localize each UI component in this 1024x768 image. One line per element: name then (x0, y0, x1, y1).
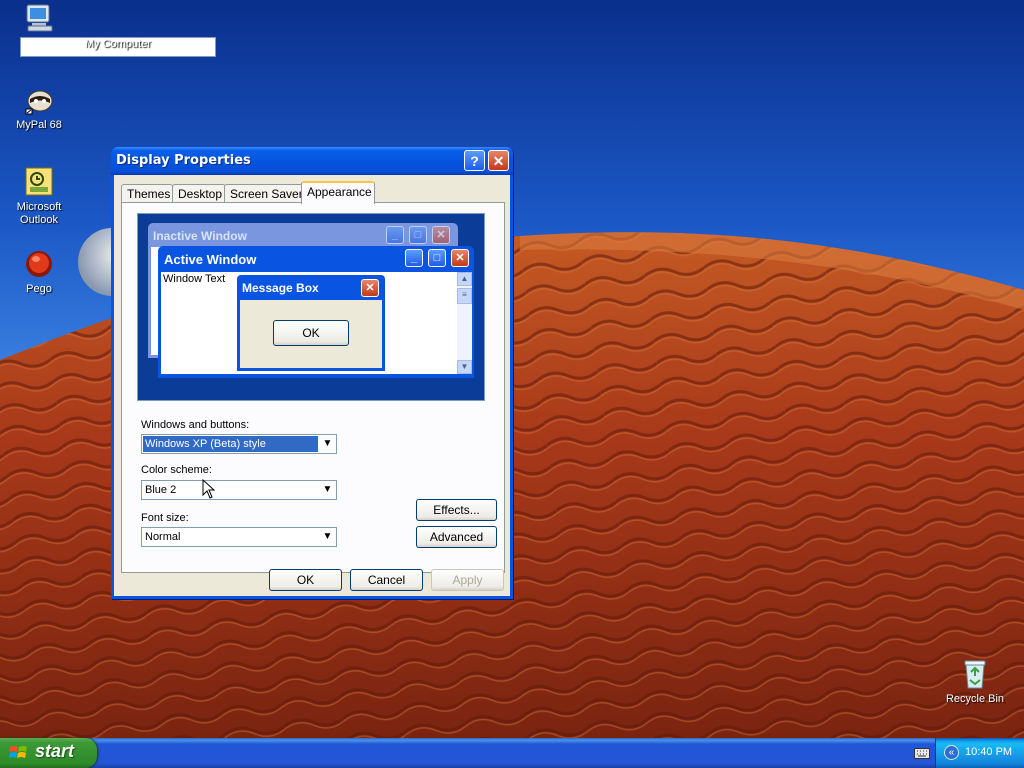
preview-active-title: Active Window (164, 252, 257, 267)
windows-logo-icon (9, 746, 27, 758)
chevron-down-icon[interactable]: ▼ (320, 482, 335, 498)
minimize-icon: _ (405, 249, 423, 267)
ok-button[interactable]: OK (269, 569, 342, 591)
close-icon: ✕ (432, 226, 450, 244)
font-size-select[interactable]: Normal ▼ (141, 527, 337, 547)
preview-scrollbar: ▲ ≡ ▼ (457, 272, 472, 374)
windows-buttons-value: Windows XP (Beta) style (143, 436, 318, 452)
maximize-icon: □ (428, 249, 446, 267)
my-computer-icon (23, 2, 55, 34)
font-size-value: Normal (145, 531, 181, 543)
maximize-icon: □ (409, 226, 427, 244)
minimize-icon: _ (386, 226, 404, 244)
system-tray: « 10:40 PM (935, 738, 1024, 768)
dialog-client-area: Themes Desktop Screen Saver Appearance I… (114, 175, 510, 596)
font-size-label: Font size: (141, 512, 189, 524)
effects-button[interactable]: Effects... (416, 499, 497, 521)
help-button[interactable]: ? (464, 150, 485, 171)
desktop-icon-label: Microsoft Outlook (16, 201, 62, 226)
start-label: start (35, 741, 75, 761)
scroll-down-icon: ▼ (457, 360, 472, 374)
scroll-up-icon: ▲ (457, 272, 472, 286)
tab-appearance[interactable]: Appearance (301, 181, 375, 204)
appearance-panel: Inactive Window _ □ ✕ Active Window _ □ … (121, 202, 505, 573)
keyboard-icon[interactable] (914, 748, 930, 759)
window-title: Display Properties (116, 153, 251, 168)
close-icon: ✕ (361, 279, 379, 297)
desktop-icon-label: Pego (26, 283, 52, 295)
display-properties-window: Display Properties ? ✕ Themes Desktop Sc… (111, 147, 513, 599)
help-icon: ? (470, 153, 479, 169)
color-scheme-select[interactable]: Blue 2 ▼ (141, 480, 337, 500)
preview-inactive-title: Inactive Window (153, 229, 247, 243)
close-icon: ✕ (451, 249, 469, 267)
appearance-preview: Inactive Window _ □ ✕ Active Window _ □ … (137, 213, 485, 401)
tab-screen-saver[interactable]: Screen Saver (224, 184, 303, 203)
desktop-icon-recycle-bin[interactable]: Recycle Bin (937, 658, 1013, 706)
color-scheme-value: Blue 2 (145, 484, 177, 496)
preview-message-box-body: OK (240, 300, 382, 368)
pego-icon (23, 248, 55, 280)
desktop-icon-mypal[interactable]: MyPal 68 (1, 84, 77, 132)
desktop-icon-pego[interactable]: Pego (1, 248, 77, 296)
desktop-icon-outlook[interactable]: Microsoft Outlook (1, 166, 77, 227)
preview-ok-button: OK (273, 320, 349, 346)
desktop-icon-label: MyPal 68 (16, 119, 62, 131)
chevron-down-icon[interactable]: ▼ (320, 436, 335, 452)
mouse-cursor-icon (202, 479, 216, 499)
desktop-icon-my-computer[interactable]: My Computer (1, 2, 216, 57)
desktop-icon-label: Recycle Bin (945, 693, 1005, 705)
close-button[interactable]: ✕ (488, 150, 509, 171)
tab-desktop[interactable]: Desktop (172, 184, 226, 203)
tab-themes[interactable]: Themes (121, 184, 173, 203)
preview-window-text: Window Text (163, 273, 226, 285)
recycle-bin-icon (959, 658, 991, 690)
mypal-icon (23, 84, 55, 116)
desktop-icon-label: My Computer (20, 37, 216, 57)
windows-buttons-label: Windows and buttons: (141, 419, 250, 431)
scroll-thumb: ≡ (457, 288, 472, 304)
outlook-icon (23, 166, 55, 198)
preview-message-box-title: Message Box (242, 281, 319, 295)
chevron-left-icon: « (948, 747, 955, 758)
cancel-button[interactable]: Cancel (350, 569, 423, 591)
windows-buttons-select[interactable]: Windows XP (Beta) style ▼ (141, 434, 337, 454)
window-titlebar[interactable]: Display Properties ? ✕ (111, 147, 513, 175)
chevron-down-icon[interactable]: ▼ (320, 529, 335, 545)
advanced-button[interactable]: Advanced (416, 526, 497, 548)
taskbar: start « 10:40 PM (0, 738, 1024, 768)
start-button[interactable]: start (0, 738, 97, 768)
show-hidden-icons-button[interactable]: « (944, 745, 959, 760)
close-icon: ✕ (492, 153, 505, 169)
clock[interactable]: 10:40 PM (965, 746, 1012, 758)
color-scheme-label: Color scheme: (141, 464, 212, 476)
apply-button[interactable]: Apply (431, 569, 504, 591)
preview-message-box: Message Box ✕ OK (237, 275, 385, 371)
